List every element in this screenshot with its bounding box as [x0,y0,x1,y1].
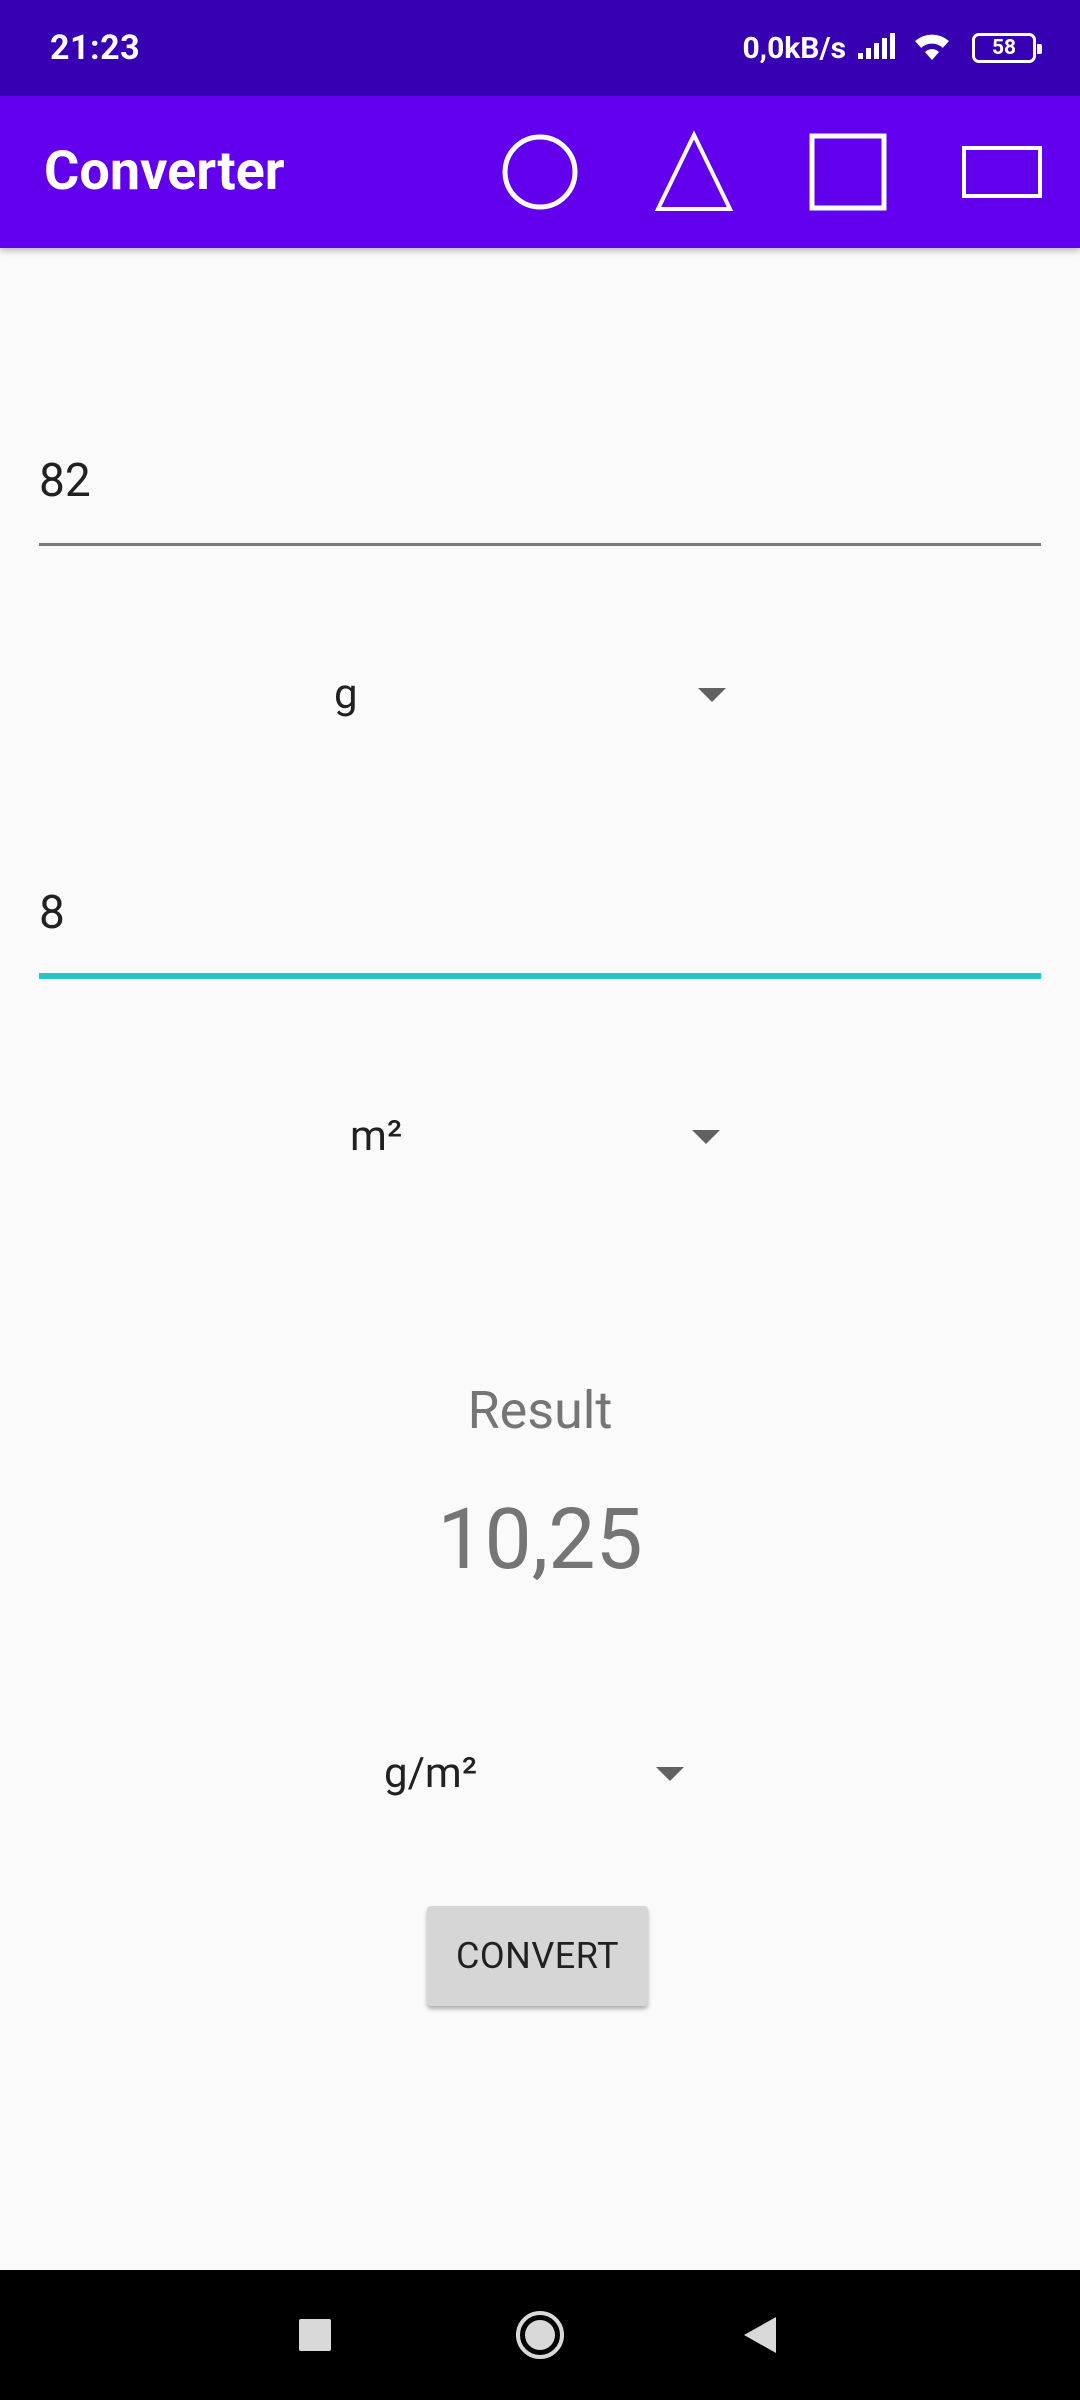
unit-spinner-2-value: m² [350,1111,403,1161]
dropdown-arrow-icon [692,1130,720,1144]
result-label: Result [467,1380,613,1441]
rectangle-icon [962,146,1042,198]
circle-button[interactable] [490,122,590,222]
status-time: 21:23 [50,28,141,68]
battery-icon: 58 [972,33,1042,63]
home-circle-icon [516,2311,564,2359]
result-unit-spinner-value: g/m² [384,1748,478,1798]
wifi-icon [910,29,954,67]
value-input-1[interactable]: 82 [39,440,1041,550]
recents-button[interactable] [260,2270,370,2400]
navigation-bar [0,2270,1080,2400]
app-bar: Converter [0,96,1080,248]
value-input-1-text: 82 [39,454,91,508]
home-button[interactable] [485,2270,595,2400]
dropdown-arrow-icon [698,688,726,702]
triangle-button[interactable] [644,122,744,222]
battery-level: 58 [991,36,1017,60]
status-indicators: 0,0kB/s 58 [742,29,1042,67]
app-screen: 21:23 0,0kB/s 58 Converter 82 g 8 m² Res… [0,0,1080,2400]
app-title: Converter [44,140,285,203]
signal-icon [856,31,900,65]
status-bar: 21:23 0,0kB/s 58 [0,0,1080,96]
unit-spinner-2[interactable]: m² [350,1096,730,1176]
recents-square-icon [299,2319,331,2351]
value-input-2-underline [39,973,1041,979]
circle-icon [502,134,578,210]
network-speed: 0,0kB/s [742,30,846,66]
triangle-icon [654,130,734,211]
value-input-1-underline [39,543,1041,546]
result-value: 10,25 [437,1490,643,1589]
rectangle-button[interactable] [952,122,1052,222]
convert-button[interactable]: CONVERT [427,1906,648,2006]
result-unit-spinner[interactable]: g/m² [384,1733,704,1813]
unit-spinner-1-value: g [334,669,358,719]
back-triangle-icon [744,2317,776,2353]
back-button[interactable] [705,2270,815,2400]
unit-spinner-1[interactable]: g [334,654,734,734]
dropdown-arrow-icon [656,1767,684,1781]
value-input-2-text: 8 [39,886,65,940]
square-button[interactable] [798,122,898,222]
square-icon [809,133,887,211]
value-input-2[interactable]: 8 [39,872,1041,982]
